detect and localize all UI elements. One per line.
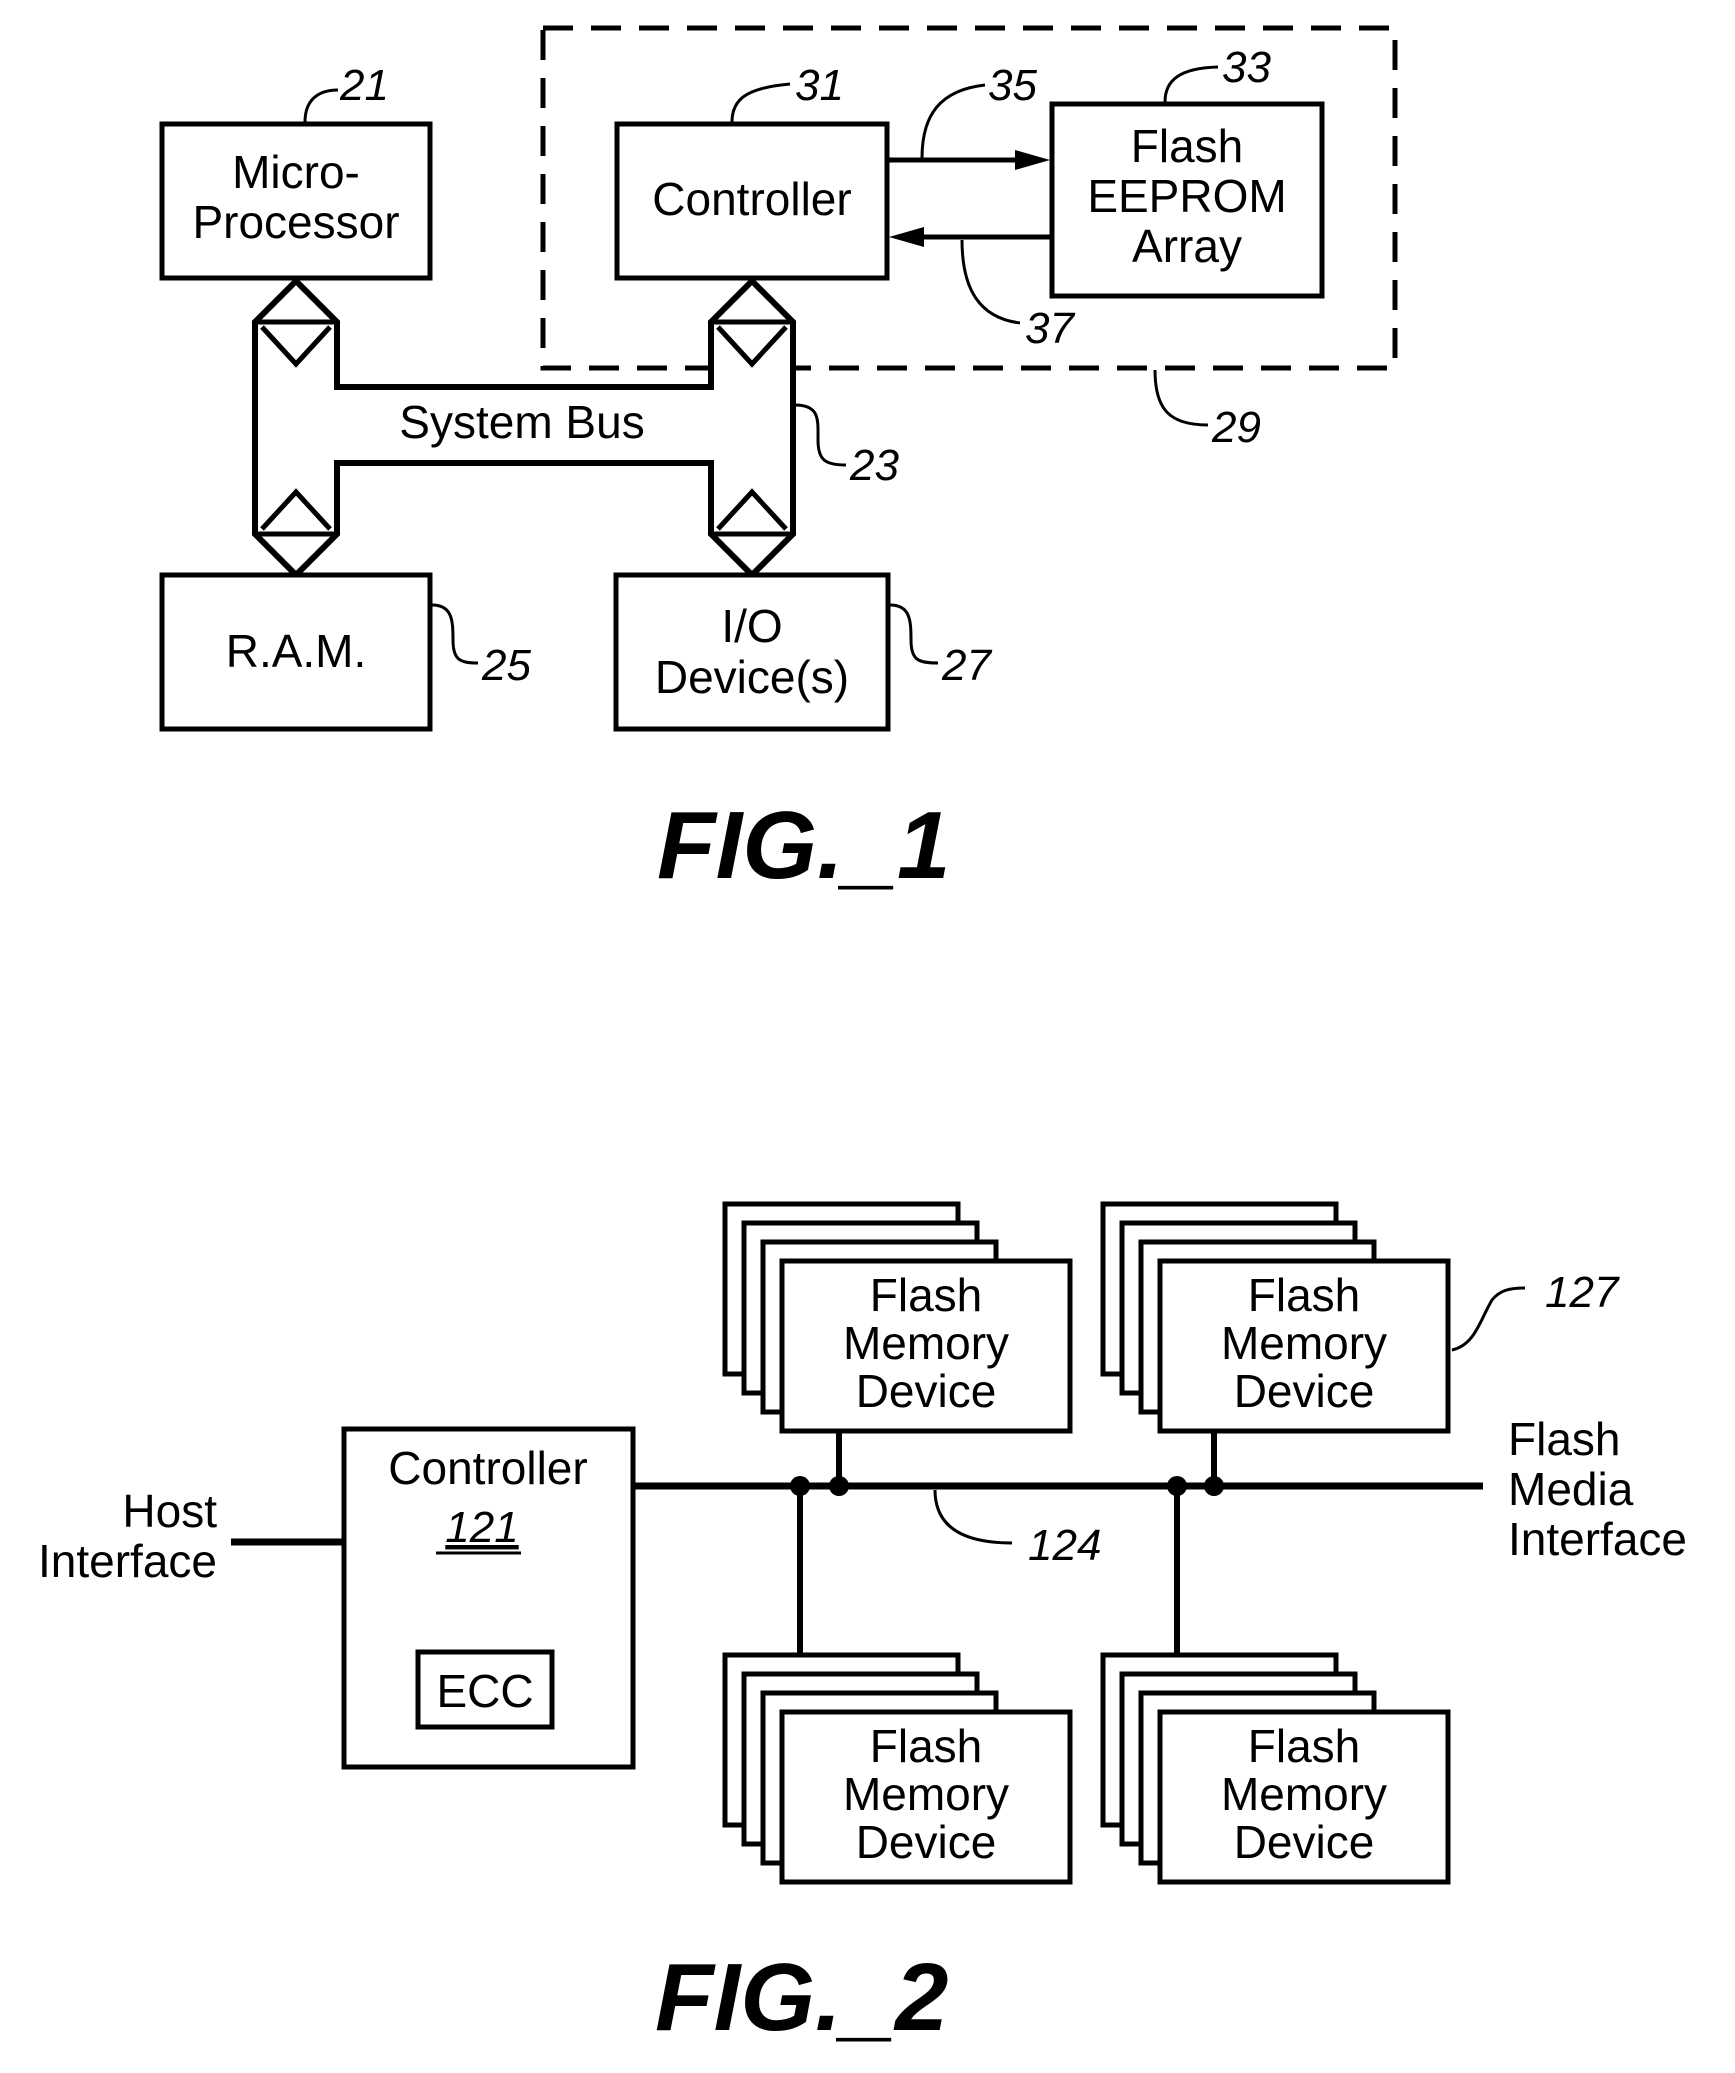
flash-device-stack-lower-left: FlashMemoryDevice: [722, 1652, 1073, 1885]
ref-127: 127: [1545, 1268, 1620, 1317]
ref-21-leader: [303, 88, 339, 123]
flash-device-label-line3: Device: [1234, 1816, 1375, 1868]
junction-dot: [1204, 1476, 1224, 1496]
ref-29-leader: [1153, 369, 1209, 427]
controller-block: Controller: [614, 121, 890, 281]
junction-dot: [829, 1476, 849, 1496]
ref-124: 124: [1028, 1521, 1101, 1570]
ref-25: 25: [481, 641, 531, 690]
flash-device-stack-upper-left: FlashMemoryDevice: [722, 1201, 1073, 1434]
signal-arrow-37: [889, 227, 1052, 247]
flash-eeprom-block: Flash EEPROM Array: [1049, 101, 1325, 299]
system-bus-label: System Bus: [399, 396, 644, 448]
ref-29: 29: [1211, 403, 1261, 452]
ref-27-leader: [889, 603, 939, 665]
host-interface-label-line1: Host: [122, 1485, 217, 1537]
flash-device-label-line2: Memory: [1221, 1768, 1387, 1820]
flash-device-label-line3: Device: [1234, 1365, 1375, 1417]
ref-31-leader: [730, 82, 791, 123]
flash-eeprom-label-line2: EEPROM: [1087, 170, 1286, 222]
controller-121-ref: 121: [445, 1503, 518, 1552]
figure-1: 29 System Bus 23 Micro- Processor 21 Con…: [159, 25, 1398, 899]
io-devices-label-line1: I/O: [721, 600, 782, 652]
junction-dot: [1167, 1476, 1187, 1496]
ref-25-leader: [431, 603, 479, 665]
signal-arrow-35: [887, 150, 1050, 170]
flash-eeprom-label-line3: Array: [1132, 220, 1242, 272]
flash-device-label-line1: Flash: [1248, 1720, 1360, 1772]
ref-124-leader: [933, 1489, 1013, 1545]
patent-drawing-sheet: 29 System Bus 23 Micro- Processor 21 Con…: [38, 25, 1687, 2051]
flash-device-stack-upper-right: FlashMemoryDevice: [1100, 1201, 1451, 1434]
microprocessor-block: Micro- Processor: [159, 121, 433, 281]
ecc-label: ECC: [436, 1665, 533, 1717]
ref-33: 33: [1222, 43, 1271, 92]
flash-device-label-line1: Flash: [870, 1720, 982, 1772]
controller-label: Controller: [652, 173, 851, 225]
ref-23-leader: [794, 403, 847, 467]
figure-1-caption: FIG._1: [657, 792, 950, 899]
ref-33-leader: [1163, 65, 1219, 103]
ref-35-leader: [920, 83, 986, 159]
ram-block: R.A.M.: [159, 572, 433, 732]
ref-37-leader: [960, 239, 1021, 325]
ref-35: 35: [988, 61, 1037, 110]
flash-media-interface-line3: Interface: [1508, 1513, 1687, 1565]
ram-label: R.A.M.: [226, 625, 367, 677]
system-bus: System Bus: [252, 276, 796, 580]
ref-31: 31: [795, 61, 844, 110]
ref-127-leader: [1451, 1286, 1526, 1352]
flash-device-label-line3: Device: [856, 1816, 997, 1868]
controller-121-label: Controller: [388, 1442, 587, 1494]
flash-device-stack-lower-right: FlashMemoryDevice: [1100, 1652, 1451, 1885]
flash-device-label-line2: Memory: [843, 1317, 1009, 1369]
ref-27: 27: [941, 641, 992, 690]
controller-121-block: Controller 121 ECC: [341, 1426, 636, 1770]
ref-37: 37: [1025, 304, 1075, 353]
io-devices-block: I/O Device(s): [613, 572, 891, 732]
ref-21: 21: [339, 61, 389, 110]
flash-device-label-line1: Flash: [870, 1269, 982, 1321]
ref-23: 23: [849, 441, 899, 490]
flash-media-interface-line2: Media: [1508, 1463, 1634, 1515]
flash-device-label-line3: Device: [856, 1365, 997, 1417]
flash-device-label-line1: Flash: [1248, 1269, 1360, 1321]
figure-2-caption: FIG._2: [655, 1944, 948, 2051]
io-devices-label-line2: Device(s): [655, 651, 849, 703]
microprocessor-label-line1: Micro-: [232, 146, 360, 198]
junction-dot: [790, 1476, 810, 1496]
microprocessor-label-line2: Processor: [192, 196, 399, 248]
host-interface-label-line2: Interface: [38, 1535, 217, 1587]
flash-eeprom-label-line1: Flash: [1131, 120, 1243, 172]
flash-device-label-line2: Memory: [843, 1768, 1009, 1820]
figure-2: Host Interface Controller 121 ECC 124 Fl…: [38, 1201, 1687, 2051]
flash-media-interface-line1: Flash: [1508, 1413, 1620, 1465]
flash-device-label-line2: Memory: [1221, 1317, 1387, 1369]
